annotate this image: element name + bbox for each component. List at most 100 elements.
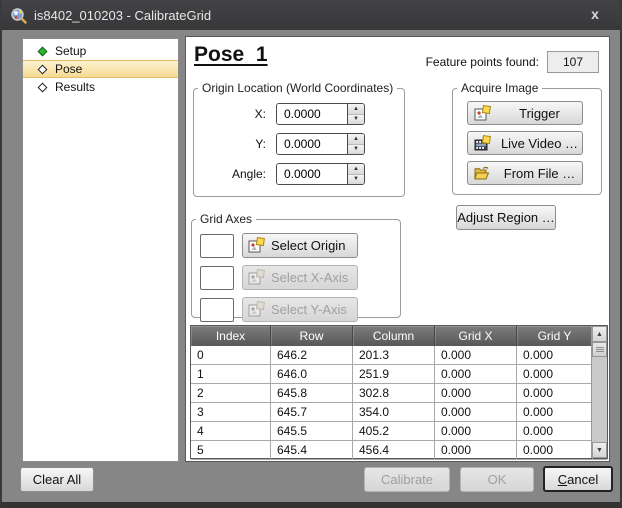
clear-all-label: Clear All <box>33 472 81 487</box>
column-header-row: Row <box>271 326 353 346</box>
table-row[interactable]: 1 646.0 251.9 0.000 0.000 <box>191 365 607 384</box>
table-row[interactable]: 5 645.4 456.4 0.000 0.000 <box>191 441 607 460</box>
table-row[interactable]: 3 645.7 354.0 0.000 0.000 <box>191 403 607 422</box>
cell-grid-x: 0.000 <box>435 384 517 402</box>
y-spinner: ▲ ▼ <box>347 134 364 154</box>
spin-up-icon[interactable]: ▲ <box>348 134 364 145</box>
sidebar-item-setup[interactable]: Setup <box>23 42 178 60</box>
scrollbar-thumb[interactable] <box>592 342 607 357</box>
table-header: Index Row Column Grid X Grid Y <box>191 326 607 346</box>
from-file-button[interactable]: From File … <box>467 161 583 185</box>
x-spinner: ▲ ▼ <box>347 104 364 124</box>
cell-column: 354.0 <box>353 403 435 421</box>
select-x-axis-label: Select X-Axis <box>271 270 348 285</box>
live-video-label: Live Video … <box>497 136 582 151</box>
cell-row: 645.4 <box>271 441 353 459</box>
x-spinbox: ▲ ▼ <box>276 103 365 125</box>
select-point-icon <box>248 237 265 254</box>
cell-grid-y: 0.000 <box>517 384 593 402</box>
cell-grid-y: 0.000 <box>517 422 593 440</box>
cell-grid-x: 0.000 <box>435 422 517 440</box>
table-row[interactable]: 4 645.5 405.2 0.000 0.000 <box>191 422 607 441</box>
spin-up-icon[interactable]: ▲ <box>348 104 364 115</box>
column-header-grid-x: Grid X <box>435 326 517 346</box>
select-point-icon <box>248 269 265 286</box>
spin-down-icon[interactable]: ▼ <box>348 145 364 155</box>
spin-up-icon[interactable]: ▲ <box>348 164 364 175</box>
cell-grid-x: 0.000 <box>435 346 517 364</box>
origin-value-box[interactable] <box>200 234 234 258</box>
trigger-label: Trigger <box>497 106 582 121</box>
grid-axes-legend: Grid Axes <box>196 212 256 226</box>
steps-tree: Setup Pose Results <box>22 38 179 462</box>
y-spinbox: ▲ ▼ <box>276 133 365 155</box>
table-row[interactable]: 0 646.2 201.3 0.000 0.000 <box>191 346 607 365</box>
acquire-image-group: Acquire Image Trigger Live V <box>452 81 602 195</box>
cell-grid-x: 0.000 <box>435 403 517 421</box>
scroll-down-icon[interactable]: ▼ <box>592 442 607 458</box>
window-title: is8402_010203 - CalibrateGrid <box>34 8 211 23</box>
sidebar-item-label: Setup <box>55 44 86 58</box>
origin-location-group: Origin Location (World Coordinates) X: ▲… <box>193 81 405 197</box>
column-header-column: Column <box>353 326 435 346</box>
scroll-up-icon[interactable]: ▲ <box>592 326 607 342</box>
cell-row: 645.7 <box>271 403 353 421</box>
cancel-button[interactable]: Cancel <box>543 466 613 492</box>
spin-down-icon[interactable]: ▼ <box>348 115 364 125</box>
spin-down-icon[interactable]: ▼ <box>348 175 364 185</box>
cell-index: 5 <box>191 441 271 459</box>
feature-points: Feature points found: 107 <box>426 51 599 73</box>
close-icon[interactable]: x <box>576 0 614 28</box>
title-bar[interactable]: is8402_010203 - CalibrateGrid x <box>2 0 620 30</box>
cell-grid-y: 0.000 <box>517 346 593 364</box>
column-header-index: Index <box>191 326 271 346</box>
ok-label: OK <box>488 472 507 487</box>
cell-column: 456.4 <box>353 441 435 459</box>
adjust-region-label: Adjust Region … <box>457 210 555 225</box>
clear-all-button[interactable]: Clear All <box>20 467 94 492</box>
live-video-button[interactable]: Live Video … <box>467 131 583 155</box>
adjust-region-button[interactable]: Adjust Region … <box>456 205 556 230</box>
pose-panel: Pose 1 Feature points found: 107 Origin … <box>185 36 610 462</box>
cell-row: 646.2 <box>271 346 353 364</box>
cell-index: 0 <box>191 346 271 364</box>
trigger-button[interactable]: Trigger <box>467 101 583 125</box>
y-field[interactable] <box>277 134 347 154</box>
select-y-axis-label: Select Y-Axis <box>271 302 347 317</box>
angle-label: Angle: <box>194 167 266 181</box>
select-point-icon <box>248 301 265 318</box>
acquire-image-legend: Acquire Image <box>457 81 542 95</box>
origin-axis-row: Select Origin <box>200 233 400 258</box>
x-axis-value-box[interactable] <box>200 266 234 290</box>
cell-index: 4 <box>191 422 271 440</box>
x-axis-row: Select X-Axis <box>200 265 400 290</box>
select-origin-button[interactable]: Select Origin <box>242 233 358 258</box>
grid-axes-group: Grid Axes Select Origin <box>191 212 401 318</box>
from-file-label: From File … <box>497 166 582 181</box>
feature-points-table: Index Row Column Grid X Grid Y 0 646.2 2… <box>190 325 608 459</box>
angle-row: Angle: ▲ ▼ <box>194 163 404 185</box>
sidebar-item-label: Results <box>55 80 95 94</box>
table-vertical-scrollbar[interactable]: ▲ ▼ <box>591 326 607 458</box>
origin-location-legend: Origin Location (World Coordinates) <box>198 81 397 95</box>
cell-index: 3 <box>191 403 271 421</box>
camera-trigger-icon <box>474 105 491 122</box>
calibrate-grid-app-icon <box>10 7 27 24</box>
cell-index: 1 <box>191 365 271 383</box>
cell-column: 201.3 <box>353 346 435 364</box>
table-row[interactable]: 2 645.8 302.8 0.000 0.000 <box>191 384 607 403</box>
calibrate-button: Calibrate <box>364 467 450 492</box>
sidebar-item-pose[interactable]: Pose <box>23 60 178 78</box>
cell-row: 645.8 <box>271 384 353 402</box>
y-axis-value-box[interactable] <box>200 298 234 322</box>
cell-grid-x: 0.000 <box>435 365 517 383</box>
x-field[interactable] <box>277 104 347 124</box>
cell-column: 251.9 <box>353 365 435 383</box>
angle-field[interactable] <box>277 164 347 184</box>
open-folder-icon <box>474 165 491 182</box>
hollow-diamond-icon <box>38 82 48 92</box>
angle-spinbox: ▲ ▼ <box>276 163 365 185</box>
sidebar-item-results[interactable]: Results <box>23 78 178 96</box>
feature-points-label: Feature points found: <box>426 55 539 69</box>
scrollbar-track[interactable] <box>592 357 607 442</box>
